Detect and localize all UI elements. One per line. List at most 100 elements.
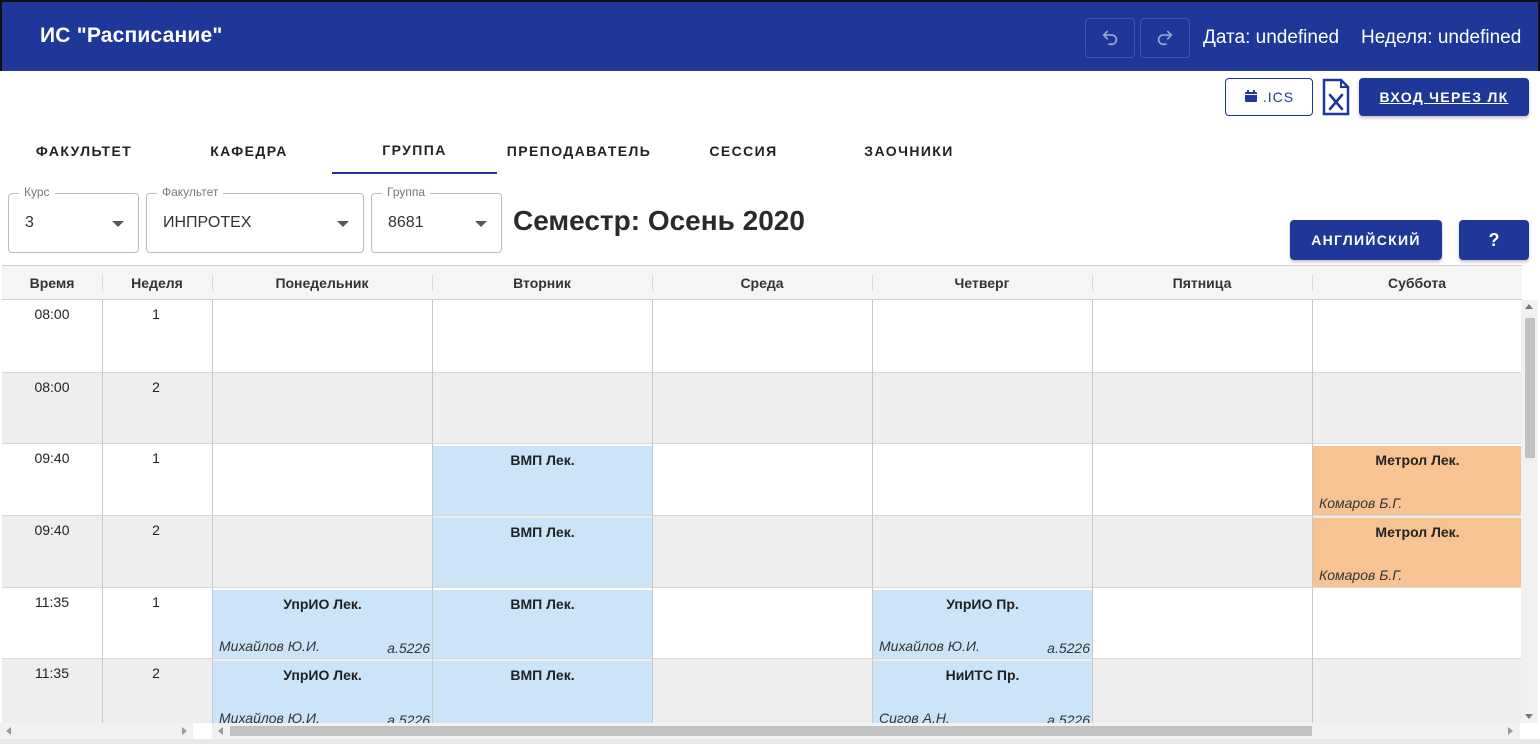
window-bottom-edge (0, 739, 1540, 744)
left-horizontal-scrollbar[interactable] (0, 723, 193, 739)
header-separator (872, 275, 873, 291)
lesson-name: ВМП Лек. (510, 667, 575, 683)
tab-faculty[interactable]: ФАКУЛЬТЕТ (2, 128, 166, 174)
time-cell: 11:35 (35, 594, 69, 610)
lesson-card[interactable]: НиИТС Пр. Сигов А.Н. а.5226 (873, 661, 1092, 723)
scroll-right-icon[interactable] (1508, 727, 1513, 735)
course-select[interactable]: Курс 3 (8, 185, 139, 253)
scroll-right-icon[interactable] (182, 727, 187, 735)
header-separator (432, 275, 433, 291)
lesson-teacher: Сигов А.Н. (879, 710, 950, 723)
week-cell: 1 (152, 306, 160, 322)
date-info: Дата: undefined (1203, 27, 1340, 48)
lesson-card[interactable]: УпрИО Пр. Михайлов Ю.И. а.5226 (873, 590, 1092, 658)
lesson-name: Метрол Лек. (1375, 452, 1460, 468)
column-divider (1312, 300, 1313, 723)
schedule-grid: Время Неделя Понедельник Вторник Среда Четвер… (2, 265, 1522, 723)
column-divider (652, 300, 653, 723)
column-divider (212, 300, 213, 723)
redo-button[interactable] (1140, 18, 1190, 58)
time-cell: 11:35 (35, 665, 69, 681)
column-header: Понедельник (275, 274, 369, 291)
time-cell: 08:00 (34, 306, 70, 322)
faculty-value: ИНПРОТЕХ (163, 214, 252, 231)
lesson-card[interactable]: ВМП Лек. (433, 446, 652, 515)
group-label: Группа (382, 185, 431, 199)
login-button[interactable]: ВХОД ЧЕРЕЗ ЛК (1359, 78, 1529, 116)
help-button[interactable]: ? (1459, 220, 1529, 260)
header-separator (102, 275, 103, 291)
faculty-select[interactable]: Факультет ИНПРОТЕХ (146, 185, 364, 253)
column-header: Суббота (1387, 274, 1447, 291)
horizontal-scrollbar[interactable] (212, 723, 1520, 739)
lesson-name: УпрИО Лек. (283, 596, 362, 612)
lesson-card[interactable]: ВМП Лек. (433, 590, 652, 658)
table-row: 09:40 2 ВМП Лек. Метрол Лек. Комаров Б.Г. (2, 516, 1522, 588)
column-divider (1092, 300, 1093, 723)
tab-teacher[interactable]: ПРЕПОДАВАТЕЛЬ (497, 128, 661, 174)
table-row: 11:35 2 УпрИО Лек. Михайлов Ю.И. а.5226 ВМП Л… (2, 659, 1522, 723)
week-cell: 2 (152, 522, 160, 538)
lesson-card[interactable]: ВМП Лек. (433, 661, 652, 723)
ics-label: .ICS (1262, 89, 1295, 105)
time-cell: 08:00 (34, 379, 70, 395)
lesson-card[interactable]: Метрол Лек. Комаров Б.Г. (1313, 518, 1522, 587)
column-header: Четверг (954, 274, 1010, 291)
lesson-name: ВМП Лек. (510, 524, 575, 540)
lesson-card[interactable]: УпрИО Лек. Михайлов Ю.И. а.5226 (213, 661, 432, 723)
lesson-room: а.5226 (1047, 640, 1090, 656)
week-cell: 1 (152, 450, 160, 466)
scroll-left-icon[interactable] (6, 727, 11, 735)
ics-export-button[interactable]: .ICS (1225, 78, 1313, 116)
lesson-name: Метрол Лек. (1375, 524, 1460, 540)
redo-icon (1154, 25, 1176, 52)
column-divider (102, 300, 103, 723)
scroll-down-icon[interactable] (1525, 714, 1533, 719)
column-divider (432, 300, 433, 723)
schedule-header: Время Неделя Понедельник Вторник Среда Четвер… (2, 266, 1522, 300)
column-header: Вторник (513, 274, 571, 291)
lesson-card[interactable]: Метрол Лек. Комаров Б.Г. (1313, 446, 1522, 515)
vertical-scroll-thumb[interactable] (1525, 318, 1535, 458)
header-separator (1312, 275, 1313, 291)
time-cell: 09:40 (34, 522, 70, 538)
calendar-icon (1244, 89, 1258, 106)
chevron-down-icon (475, 221, 487, 227)
horizontal-scroll-thumb[interactable] (230, 726, 1312, 736)
table-row: 08:00 1 (2, 300, 1522, 373)
lesson-card[interactable]: УпрИО Лек. Михайлов Ю.И. а.5226 (213, 590, 432, 658)
tab-extramural[interactable]: ЗАОЧНИКИ (826, 128, 992, 174)
scroll-up-icon[interactable] (1525, 304, 1533, 309)
group-select[interactable]: Группа 8681 (371, 185, 502, 253)
group-value: 8681 (388, 214, 424, 231)
week-cell: 1 (152, 594, 160, 610)
column-header: Неделя (131, 274, 183, 291)
tab-department[interactable]: КАФЕДРА (166, 128, 332, 174)
lesson-room: а.5226 (387, 640, 430, 656)
vertical-scrollbar[interactable] (1521, 300, 1538, 723)
time-cell: 09:40 (34, 450, 70, 466)
week-cell: 2 (152, 665, 160, 681)
table-row: 11:35 1 УпрИО Лек. Михайлов Ю.И. а.5226 ВМП Л… (2, 588, 1522, 659)
lesson-teacher: Михайлов Ю.И. (879, 638, 980, 654)
chevron-down-icon (337, 221, 349, 227)
undo-button[interactable] (1085, 18, 1135, 58)
app-title: ИС "Расписание" (40, 24, 223, 47)
scroll-left-icon[interactable] (218, 727, 223, 735)
lesson-name: НиИТС Пр. (945, 667, 1020, 683)
excel-file-icon[interactable] (1322, 78, 1350, 116)
column-header: Время (29, 274, 75, 291)
lesson-card[interactable]: ВМП Лек. (433, 518, 652, 587)
table-row: 08:00 2 (2, 373, 1522, 444)
english-button[interactable]: АНГЛИЙСКИЙ (1290, 220, 1442, 260)
header-separator (1092, 275, 1093, 291)
header-separator (212, 275, 213, 291)
lesson-name: УпрИО Лек. (283, 667, 362, 683)
table-row: 09:40 1 ВМП Лек. Метрол Лек. Комаров Б.Г. (2, 444, 1522, 516)
lesson-teacher: Михайлов Ю.И. (219, 710, 320, 723)
lesson-room: а.5226 (387, 712, 430, 723)
header-separator (652, 275, 653, 291)
tab-group[interactable]: ГРУППА (332, 128, 497, 174)
tab-session[interactable]: СЕССИЯ (661, 128, 826, 174)
lesson-name: ВМП Лек. (510, 596, 575, 612)
